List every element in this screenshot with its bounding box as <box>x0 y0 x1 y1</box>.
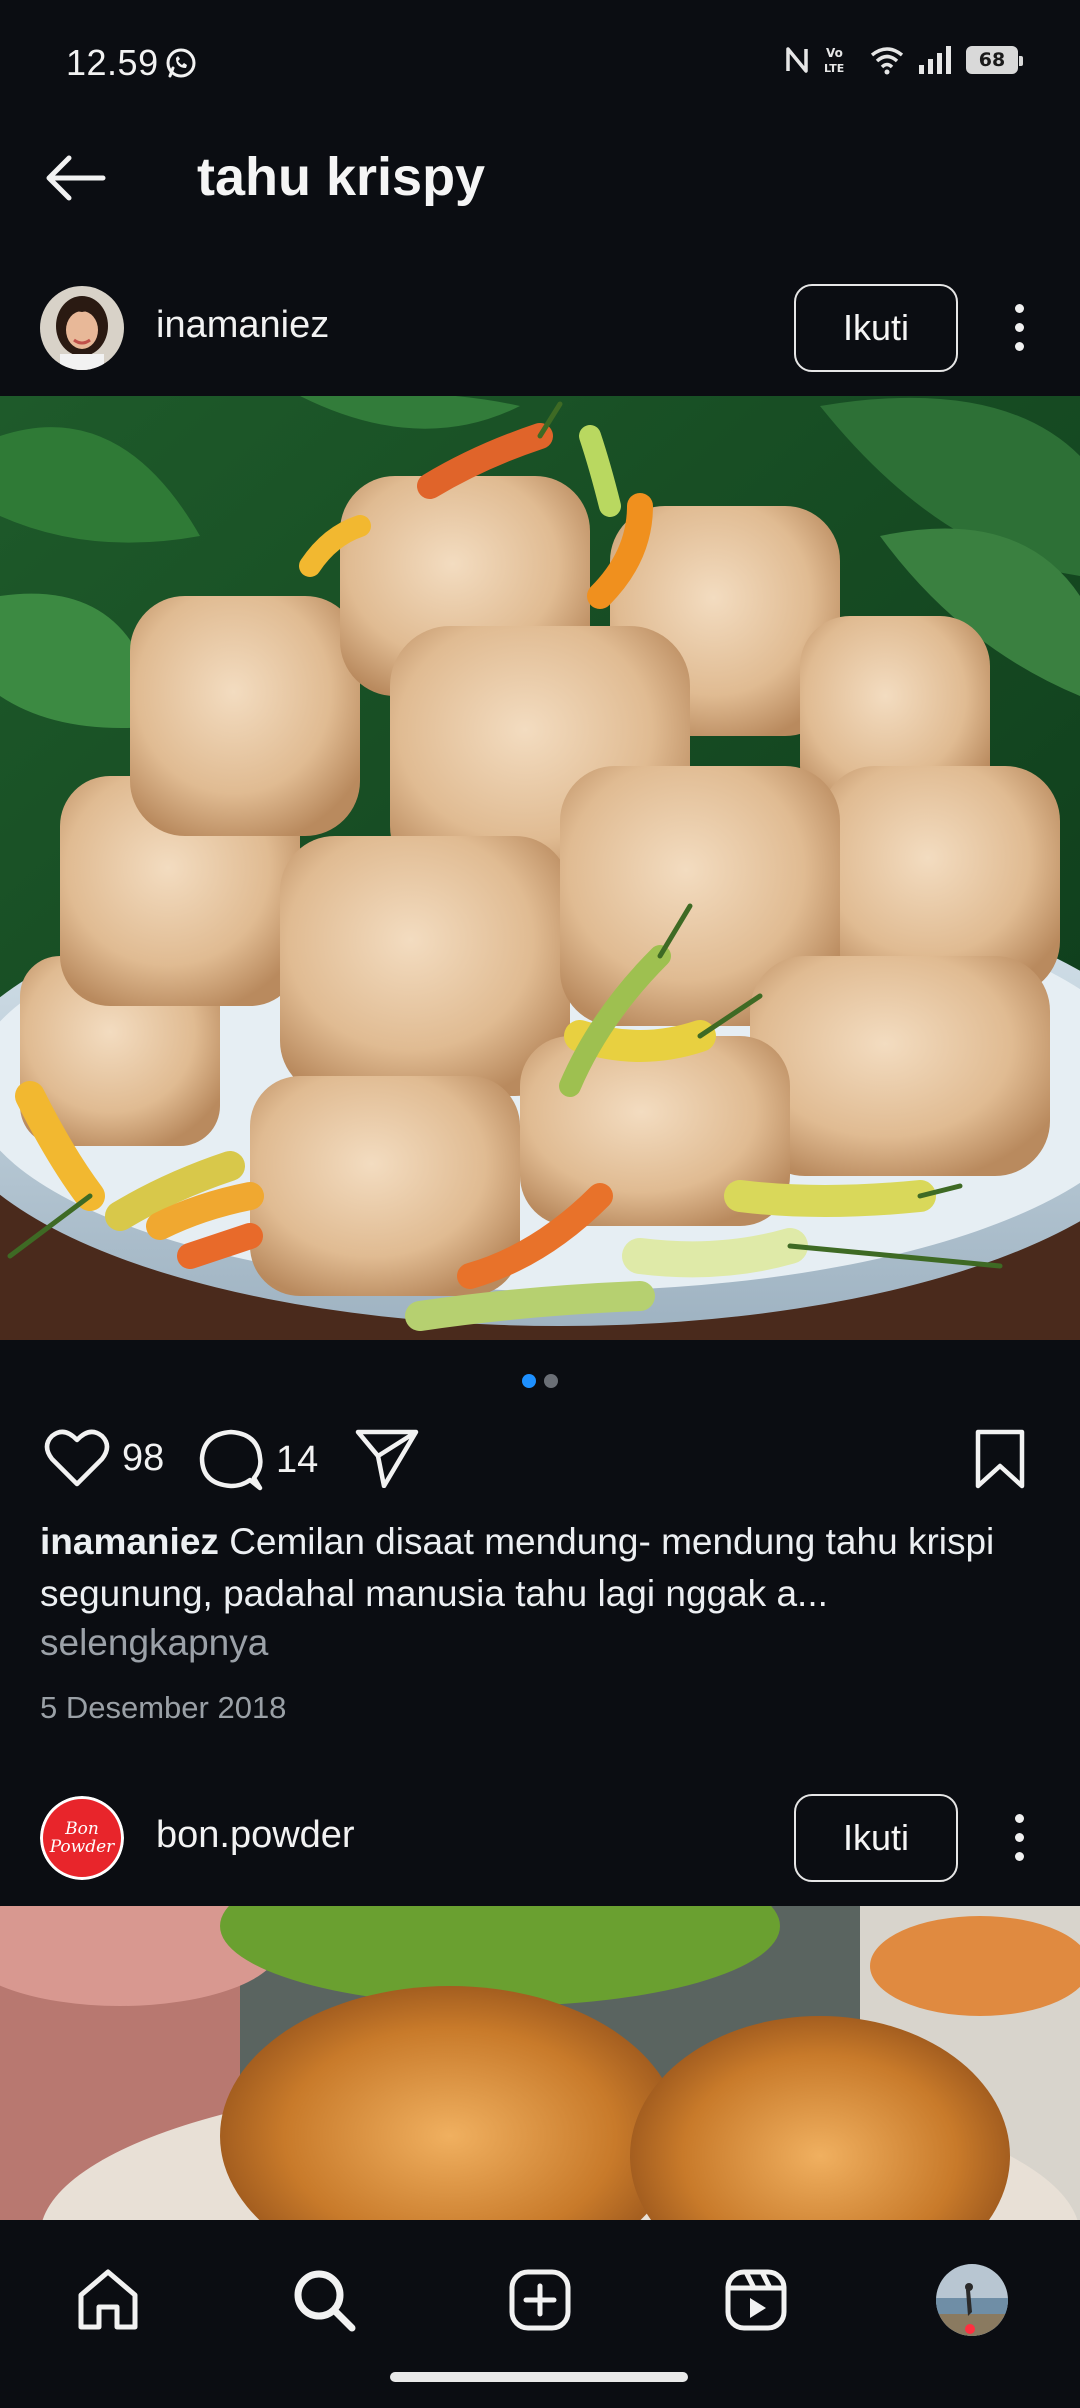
avatar[interactable] <box>40 286 124 370</box>
battery-level: 68 <box>978 49 1006 71</box>
back-button[interactable] <box>40 148 110 208</box>
post-caption: inamaniez Cemilan disaat mendung- mendun… <box>40 1516 1040 1620</box>
status-time: 12.59 <box>66 42 159 83</box>
create-icon <box>509 2269 571 2331</box>
svg-text:Vo: Vo <box>826 46 843 60</box>
page-title: tahu krispy <box>197 147 486 207</box>
follow-button[interactable]: Ikuti <box>794 284 958 372</box>
see-more-link[interactable]: selengkapnya <box>40 1622 268 1664</box>
post-header: Bon Powder bon.powder Ikuti <box>0 1774 1080 1894</box>
nav-home[interactable] <box>68 2260 148 2340</box>
battery-icon: 68 <box>966 46 1023 74</box>
status-bar: 12.59 Vo LTE 68 <box>0 0 1080 128</box>
like-count: 98 <box>122 1436 165 1479</box>
nfc-icon <box>786 47 808 73</box>
nav-reels[interactable] <box>716 2260 796 2340</box>
share-button[interactable] <box>354 1428 420 1488</box>
carousel-dot-active <box>522 1374 536 1388</box>
svg-text:LTE: LTE <box>824 62 844 75</box>
comment-count: 14 <box>276 1438 319 1481</box>
comment-icon <box>199 1429 263 1491</box>
more-options-icon[interactable] <box>1000 1802 1038 1872</box>
carousel-indicator <box>0 1374 1080 1388</box>
volte-icon: Vo LTE <box>824 46 844 75</box>
home-icon <box>78 2269 138 2330</box>
post-username[interactable]: inamaniez <box>156 304 329 347</box>
signal-icon <box>919 46 951 74</box>
avatar[interactable]: Bon Powder <box>40 1796 124 1880</box>
search-icon <box>294 2270 356 2332</box>
caption-username[interactable]: inamaniez <box>40 1521 219 1562</box>
post-actions: 98 14 <box>0 1420 1080 1500</box>
comment-action[interactable]: 14 <box>198 1428 318 1492</box>
arrow-left-icon <box>46 155 106 201</box>
post-header: inamaniez Ikuti <box>0 264 1080 384</box>
follow-button[interactable]: Ikuti <box>794 1794 958 1882</box>
post-image[interactable] <box>0 1906 1080 2220</box>
post-image[interactable] <box>0 396 1080 1340</box>
whatsapp-icon <box>164 46 198 80</box>
status-icons: Vo LTE 68 <box>784 44 1023 76</box>
send-icon <box>355 1429 419 1488</box>
more-options-icon[interactable] <box>1000 292 1038 362</box>
post-username[interactable]: bon.powder <box>156 1814 355 1857</box>
reels-icon <box>725 2269 787 2331</box>
wifi-icon <box>870 47 904 75</box>
notification-dot <box>965 2324 975 2334</box>
bookmark-icon <box>975 1429 1025 1489</box>
instagram-feed-screen: 12.59 Vo LTE 68 tahu krispy inamaniez Ik… <box>0 0 1080 2408</box>
save-button[interactable] <box>972 1428 1028 1490</box>
bon-powder-logo: Bon Powder <box>40 1796 124 1880</box>
page-header: tahu krispy <box>0 128 1080 228</box>
home-indicator[interactable] <box>390 2372 688 2382</box>
heart-icon <box>44 1429 110 1487</box>
carousel-dot <box>544 1374 558 1388</box>
like-action[interactable]: 98 <box>44 1428 164 1488</box>
post-date: 5 Desember 2018 <box>40 1690 287 1725</box>
nav-create[interactable] <box>500 2260 580 2340</box>
nav-search[interactable] <box>284 2260 364 2340</box>
